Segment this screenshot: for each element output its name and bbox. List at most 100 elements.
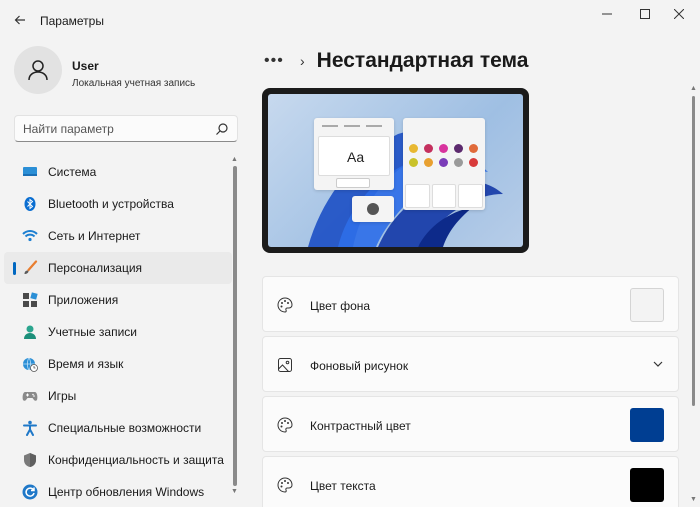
palette-icon (277, 477, 293, 493)
scroll-down-icon[interactable]: ▼ (231, 488, 238, 495)
update-icon (22, 484, 38, 500)
sidebar-item-bluetooth[interactable]: Bluetooth и устройства (4, 188, 232, 220)
sidebar-item-accounts[interactable]: Учетные записи (4, 316, 232, 348)
app-title: Параметры (40, 14, 104, 28)
theme-preview: Aa (262, 88, 529, 253)
sidebar: User Локальная учетная запись Система Bl… (0, 40, 242, 507)
chevron-down-icon[interactable] (652, 358, 664, 370)
color-dot (424, 158, 433, 167)
preview-bar (344, 125, 360, 127)
accessibility-icon (23, 420, 37, 436)
sidebar-item-label: Учетные записи (48, 325, 137, 339)
color-dot (454, 158, 463, 167)
arrow-left-icon (14, 15, 25, 25)
settings-list: Цвет фона Фоновый рисунок Контрастный цв… (262, 276, 679, 507)
sidebar-item-label: Игры (48, 389, 77, 403)
search-box (14, 115, 238, 142)
minimize-icon (602, 13, 612, 15)
account-type: Локальная учетная запись (72, 78, 196, 89)
color-dot (469, 158, 478, 167)
sidebar-scrollbar[interactable] (233, 166, 237, 486)
setting-label: Контрастный цвет (310, 419, 411, 433)
chevron-right-icon: › (300, 53, 305, 69)
sidebar-item-accessibility[interactable]: Специальные возможности (4, 412, 232, 444)
close-button[interactable] (656, 4, 700, 24)
wifi-icon (22, 230, 38, 242)
sidebar-item-label: Центр обновления Windows (48, 485, 205, 499)
sidebar-item-label: Специальные возможности (48, 421, 202, 435)
preview-bar (366, 125, 382, 127)
sidebar-item-privacy[interactable]: Конфиденциальность и защита (4, 444, 232, 476)
sidebar-item-label: Персонализация (48, 261, 143, 275)
shield-icon (24, 453, 36, 467)
palette-icon (277, 297, 293, 313)
monitor-icon (23, 167, 37, 176)
sidebar-item-label: Сеть и Интернет (48, 229, 141, 243)
sidebar-item-windows-update[interactable]: Центр обновления Windows (4, 476, 232, 507)
preview-bar (322, 125, 338, 127)
maximize-icon (640, 9, 650, 19)
person-icon (24, 325, 36, 339)
preview-tile (458, 184, 484, 208)
setting-wallpaper[interactable]: Фоновый рисунок (262, 336, 679, 392)
text-color-swatch[interactable] (630, 468, 664, 502)
person-icon (28, 60, 48, 81)
title-bar: Параметры (0, 0, 700, 40)
background-color-swatch[interactable] (630, 288, 664, 322)
accent-color-swatch[interactable] (630, 408, 664, 442)
color-dot (454, 144, 463, 153)
more-icon[interactable]: ••• (264, 52, 288, 70)
apps-icon (23, 292, 38, 307)
theme-preview-wallpaper: Aa (268, 94, 523, 247)
setting-label: Цвет фона (310, 299, 371, 313)
microphone-icon (367, 203, 379, 215)
back-button[interactable] (8, 8, 32, 32)
user-card[interactable]: User Локальная учетная запись (14, 46, 234, 96)
search-icon[interactable] (215, 122, 229, 136)
preview-color-dots (409, 144, 481, 167)
preview-window-palette (403, 118, 485, 210)
preview-sample-text: Aa (347, 149, 365, 165)
sidebar-item-time-language[interactable]: Время и язык (4, 348, 232, 380)
color-dot (469, 144, 478, 153)
avatar (14, 46, 62, 94)
sidebar-item-network[interactable]: Сеть и Интернет (4, 220, 232, 252)
setting-accent-color[interactable]: Контрастный цвет (262, 396, 679, 452)
sidebar-item-label: Время и язык (48, 357, 124, 371)
sidebar-item-system[interactable]: Система (4, 156, 232, 188)
color-dot (409, 144, 418, 153)
sidebar-item-apps[interactable]: Приложения (4, 284, 232, 316)
brush-icon (24, 260, 38, 274)
sidebar-item-label: Приложения (48, 293, 119, 307)
sidebar-item-label: Система (48, 165, 97, 179)
preview-window-text: Aa (314, 118, 394, 190)
bluetooth-icon (24, 197, 36, 211)
search-input[interactable] (23, 120, 213, 138)
color-dot (424, 144, 433, 153)
sidebar-item-gaming[interactable]: Игры (4, 380, 232, 412)
sidebar-item-personalization[interactable]: Персонализация (4, 252, 232, 284)
close-icon (674, 9, 684, 19)
scroll-up-icon[interactable]: ▲ (690, 85, 697, 92)
preview-tiles (405, 184, 484, 208)
color-dot (409, 158, 418, 167)
color-dot (439, 144, 448, 153)
preview-text-card: Aa (318, 136, 390, 176)
main-scrollbar[interactable] (692, 96, 695, 406)
setting-background-color[interactable]: Цвет фона (262, 276, 679, 332)
image-icon (278, 358, 292, 372)
preview-tile (431, 184, 457, 208)
globe-clock-icon (23, 357, 38, 372)
gamepad-icon (22, 392, 38, 401)
scroll-up-icon[interactable]: ▲ (231, 156, 238, 163)
palette-icon (277, 417, 293, 433)
sidebar-nav: Система Bluetooth и устройства Сеть и Ин… (4, 156, 232, 507)
preview-button (336, 178, 370, 188)
color-dot (439, 158, 448, 167)
preview-tile (405, 184, 430, 208)
breadcrumb: ••• › Нестандартная тема (264, 46, 529, 76)
setting-label: Цвет текста (310, 479, 376, 493)
setting-text-color[interactable]: Цвет текста (262, 456, 679, 507)
scroll-down-icon[interactable]: ▼ (690, 496, 697, 503)
preview-window-mic (352, 196, 394, 222)
